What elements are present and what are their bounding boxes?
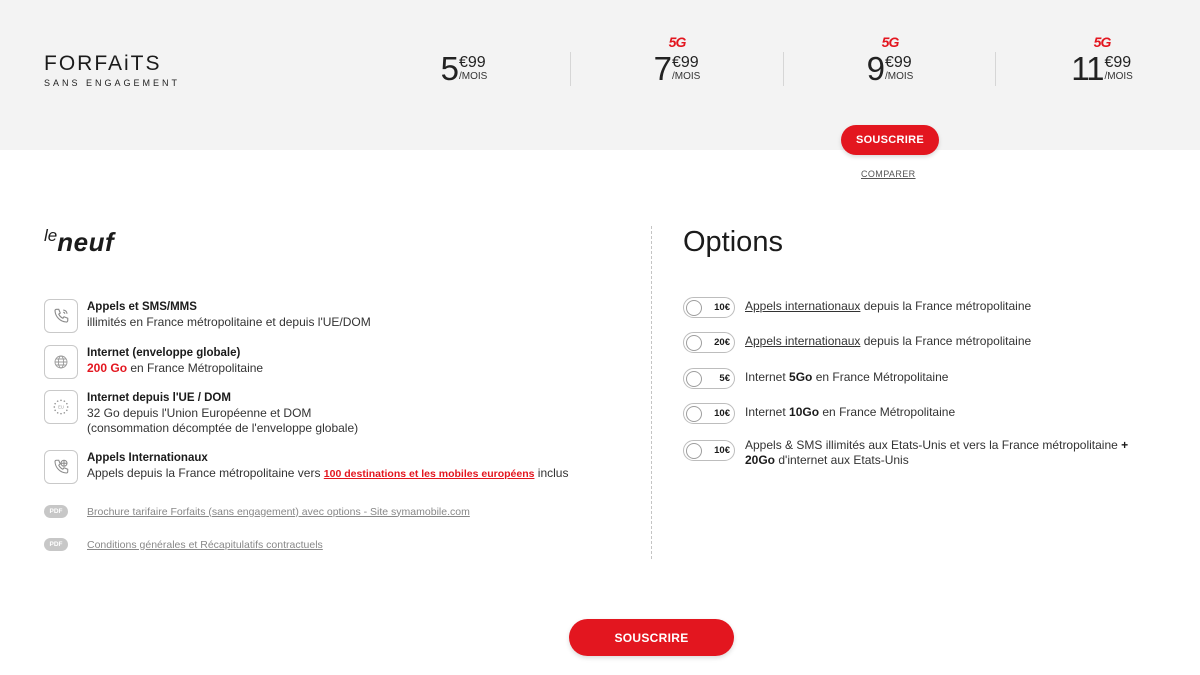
- option-toggle[interactable]: 20€: [683, 332, 735, 353]
- plan-price-4[interactable]: 5G 11 €99/MOIS: [1002, 34, 1200, 104]
- feature-highlight: 200 Go: [87, 361, 128, 375]
- feature-desc: 32 Go depuis l'Union Européenne et DOM: [87, 406, 312, 420]
- conditions-link[interactable]: Conditions générales et Récapitulatifs c…: [87, 539, 323, 551]
- section-title-le-neuf: leneuf: [44, 226, 114, 258]
- price-unit: /MOIS: [885, 71, 914, 82]
- option-toggle[interactable]: 10€: [683, 297, 735, 318]
- option-toggle[interactable]: 5€: [683, 368, 735, 389]
- title-le: le: [44, 226, 58, 245]
- option-link[interactable]: Appels internationaux: [745, 334, 860, 348]
- subscribe-button-top[interactable]: SOUSCRIRE: [841, 125, 939, 155]
- price-unit: /MOIS: [459, 71, 488, 82]
- price-unit: /MOIS: [1104, 71, 1133, 82]
- subscribe-button-bottom[interactable]: SOUSCRIRE: [569, 619, 734, 656]
- option-item-3[interactable]: 5€ Internet 5Go en France Métropolitaine: [683, 368, 948, 389]
- doc-row-conditions: PDF Conditions générales et Récapitulati…: [44, 538, 323, 551]
- option-price: 10€: [714, 445, 730, 456]
- price: 7 €99/MOIS: [654, 52, 701, 86]
- toggle-knob: [686, 405, 702, 422]
- feature-internet: Internet (enveloppe globale) 200 Go en F…: [44, 345, 263, 379]
- international-call-icon: [44, 450, 78, 484]
- globe-icon: [44, 345, 78, 379]
- svg-text:EU: EU: [58, 405, 64, 410]
- feature-title: Appels et SMS/MMS: [87, 301, 197, 313]
- option-toggle[interactable]: 10€: [683, 440, 735, 461]
- phone-icon: [44, 299, 78, 333]
- option-toggle[interactable]: 10€: [683, 403, 735, 424]
- plan-price-2[interactable]: 5G 7 €99/MOIS: [577, 34, 777, 104]
- feature-desc: illimités en France métropolitaine et de…: [87, 315, 371, 329]
- plan-price-1[interactable]: 5 €99/MOIS: [364, 34, 564, 104]
- price: 5 €99/MOIS: [441, 52, 488, 86]
- plan-separator: [995, 52, 996, 86]
- option-text-pre: Appels & SMS illimités aux Etats-Unis et…: [745, 438, 1122, 452]
- eu-stars-icon: EU: [44, 390, 78, 424]
- price-integer: 5: [440, 50, 459, 87]
- option-text-bold: +: [1121, 438, 1129, 452]
- feature-desc: Appels depuis la France métropolitaine v…: [87, 466, 324, 480]
- brand-subtitle: SANS ENGAGEMENT: [44, 78, 181, 88]
- brand-title: FORFAiTS: [44, 52, 162, 75]
- option-text-pre: Internet: [745, 370, 790, 384]
- option-text: depuis la France métropolitaine: [860, 299, 1032, 313]
- option-price: 20€: [714, 337, 730, 348]
- price: 9 €99/MOIS: [867, 52, 914, 86]
- feature-title: Internet (enveloppe globale): [87, 347, 241, 359]
- price-cents: €99: [459, 54, 486, 71]
- feature-desc: en France Métropolitaine: [127, 361, 264, 375]
- feature-calls-sms: Appels et SMS/MMS illimités en France mé…: [44, 299, 371, 333]
- feature-internet-eu: EU Internet depuis l'UE / DOM 32 Go depu…: [44, 390, 358, 436]
- option-item-2[interactable]: 20€ Appels internationaux depuis la Fran…: [683, 332, 1031, 353]
- 5g-badge-icon: 5G: [668, 34, 687, 50]
- option-text: en France Métropolitaine: [819, 405, 956, 419]
- price-unit: /MOIS: [672, 71, 701, 82]
- feature-international-calls: Appels Internationaux Appels depuis la F…: [44, 450, 568, 484]
- toggle-knob: [686, 299, 702, 316]
- feature-desc-end: inclus: [534, 466, 569, 480]
- toggle-knob: [686, 442, 702, 459]
- option-text: en France Métropolitaine: [812, 370, 949, 384]
- pdf-icon: PDF: [44, 538, 68, 551]
- price: 11 €99/MOIS: [1071, 52, 1133, 86]
- 5g-badge-icon: 5G: [1093, 34, 1112, 50]
- toggle-knob: [686, 370, 702, 387]
- price-cents: €99: [672, 54, 699, 71]
- option-link[interactable]: Appels internationaux: [745, 299, 860, 313]
- feature-title: Appels Internationaux: [87, 452, 208, 464]
- price-integer: 7: [653, 50, 672, 87]
- price-integer: 9: [866, 50, 885, 87]
- option-text-bold: 10Go: [789, 405, 820, 419]
- option-text-bold: 5Go: [789, 370, 813, 384]
- brand-logo: FORFAiTS SANS ENGAGEMENT: [44, 52, 180, 88]
- option-price: 10€: [714, 408, 730, 419]
- column-divider: [651, 226, 652, 559]
- option-text: depuis la France métropolitaine: [860, 334, 1032, 348]
- brochure-link[interactable]: Brochure tarifaire Forfaits (sans engage…: [87, 506, 470, 518]
- 5g-badge-icon: 5G: [881, 34, 900, 50]
- price-cents: €99: [1104, 54, 1132, 71]
- plan-separator: [570, 52, 571, 86]
- option-item-4[interactable]: 10€ Internet 10Go en France Métropolitai…: [683, 403, 955, 424]
- plan-price-3[interactable]: 5G 9 €99/MOIS: [790, 34, 990, 104]
- option-price: 5€: [719, 373, 730, 384]
- price-integer: 11: [1071, 50, 1104, 87]
- option-text: d'internet aux Etats-Unis: [775, 453, 909, 467]
- price-cents: €99: [885, 54, 912, 71]
- options-title: Options: [683, 226, 783, 258]
- plan-separator: [783, 52, 784, 86]
- option-text-pre: Internet: [745, 405, 790, 419]
- title-neuf: neuf: [57, 227, 115, 257]
- option-text-bold-2: 20Go: [745, 453, 776, 467]
- doc-row-brochure: PDF Brochure tarifaire Forfaits (sans en…: [44, 505, 470, 518]
- toggle-knob: [686, 334, 702, 351]
- pdf-icon: PDF: [44, 505, 68, 518]
- feature-desc-2: (consommation décomptée de l'enveloppe g…: [87, 421, 359, 435]
- destinations-link[interactable]: 100 destinations et les mobiles européen…: [324, 468, 535, 480]
- feature-title: Internet depuis l'UE / DOM: [87, 392, 231, 404]
- compare-link[interactable]: COMPARER: [861, 169, 916, 179]
- option-item-5[interactable]: 10€ Appels & SMS illimités aux Etats-Uni…: [683, 438, 1129, 468]
- option-item-1[interactable]: 10€ Appels internationaux depuis la Fran…: [683, 297, 1031, 318]
- option-price: 10€: [714, 302, 730, 313]
